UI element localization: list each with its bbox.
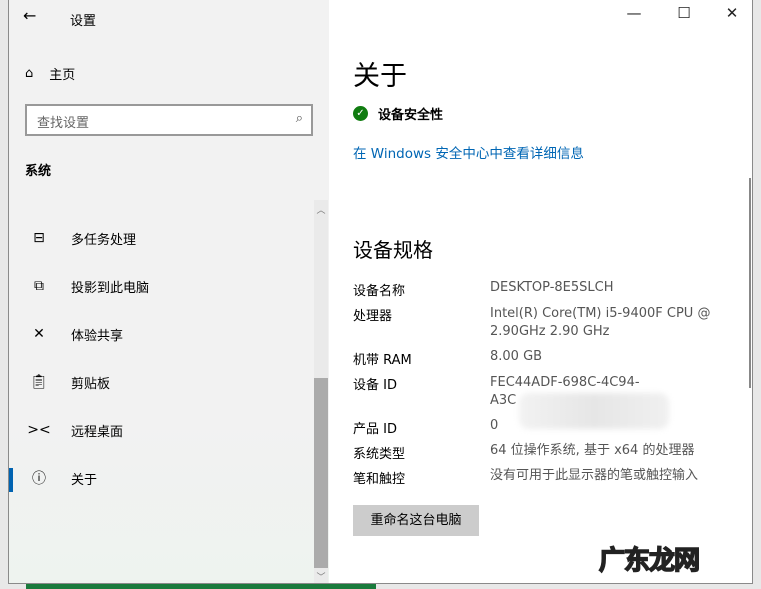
security-status: ✓ 设备安全性 [353, 104, 443, 123]
sidebar-item-multitask[interactable]: ⊟ 多任务处理 [9, 218, 314, 258]
spec-label: 机带 RAM [353, 353, 412, 368]
search-input[interactable]: 查找设置 ⌕ [25, 104, 313, 136]
back-button[interactable]: ← [23, 6, 36, 25]
clipboard-icon: 📋︎ [30, 374, 48, 390]
security-label: 设备安全性 [378, 108, 444, 123]
spec-value: 没有可用于此显示器的笔或触控输入 [490, 468, 699, 483]
security-link[interactable]: 在 Windows 安全中心中查看详细信息 [353, 142, 584, 162]
page-title: 关于 [353, 61, 407, 92]
rename-pc-button[interactable]: 重命名这台电脑 [353, 505, 479, 536]
scroll-down-icon[interactable]: ﹀ [314, 570, 328, 583]
sidebar-item-home[interactable]: ⌂ 主页 [25, 64, 75, 83]
spec-value: DESKTOP-8E5SLCH [490, 280, 614, 295]
sidebar-item-share[interactable]: ✕ 体验共享 [9, 314, 314, 354]
item-label: 关于 [71, 472, 98, 488]
share-icon: ✕ [33, 326, 45, 342]
main-scrollbar[interactable] [749, 178, 751, 388]
sidebar-item-about[interactable]: ⓘ 关于 [9, 458, 314, 498]
remote-desktop-icon: >< [27, 422, 51, 438]
home-label: 主页 [49, 68, 76, 83]
home-icon: ⌂ [25, 66, 34, 81]
section-title: 系统 [25, 164, 52, 179]
spec-label: 设备 ID [353, 378, 397, 393]
redacted-blur [519, 393, 669, 429]
close-button[interactable]: ✕ [712, 4, 752, 22]
sidebar-item-remote-desktop[interactable]: >< 远程桌面 [9, 410, 314, 450]
spec-value: 2.90GHz 2.90 GHz [490, 324, 610, 339]
spec-label: 系统类型 [353, 447, 406, 462]
item-label: 多任务处理 [71, 232, 137, 248]
item-label: 投影到此电脑 [71, 280, 150, 296]
spec-label: 处理器 [353, 309, 393, 324]
watermark: 广东龙网 [598, 545, 701, 577]
spec-value: 8.00 GB [490, 349, 543, 364]
specs-title: 设备规格 [353, 238, 433, 262]
spec-value: 64 位操作系统, 基于 x64 的处理器 [490, 443, 695, 458]
search-icon: ⌕ [295, 111, 303, 126]
settings-window: ← 设置 ⌂ 主页 查找设置 ⌕ 系统 ⊟ 多任务处理 ⧉ 投影到此电脑 ✕ 体验共享 📋… [8, 0, 753, 584]
sidebar: ← 设置 ⌂ 主页 查找设置 ⌕ 系统 ⊟ 多任务处理 ⧉ 投影到此电脑 ✕ 体验共享 📋… [9, 0, 329, 583]
multitask-icon: ⊟ [33, 230, 45, 246]
sidebar-item-clipboard[interactable]: 📋︎ 剪贴板 [9, 362, 314, 402]
main-content: — ☐ ✕ 关于 ✓ 设备安全性 在 Windows 安全中心中查看详细信息 设备… [329, 0, 752, 583]
info-icon: ⓘ [32, 471, 46, 487]
maximize-button[interactable]: ☐ [664, 4, 704, 22]
scrollbar-thumb[interactable] [314, 378, 328, 568]
minimize-button[interactable]: — [614, 4, 654, 22]
spec-value: A3C [490, 393, 517, 408]
app-title: 设置 [70, 14, 97, 29]
item-label: 剪贴板 [71, 376, 111, 392]
search-placeholder: 查找设置 [37, 116, 90, 131]
project-icon: ⧉ [34, 278, 44, 294]
spec-label: 产品 ID [353, 422, 397, 437]
spec-value: FEC44ADF-698C-4C94- [490, 375, 640, 390]
item-label: 远程桌面 [71, 424, 124, 440]
spec-value: Intel(R) Core(TM) i5-9400F CPU @ [490, 306, 711, 321]
sidebar-item-project[interactable]: ⧉ 投影到此电脑 [9, 266, 314, 306]
item-label: 体验共享 [71, 328, 124, 344]
spec-value: 0 [490, 418, 499, 433]
taskbar-strip [26, 584, 376, 589]
spec-label: 笔和触控 [353, 472, 406, 487]
scroll-up-icon[interactable]: ︿ [314, 203, 328, 216]
check-icon: ✓ [353, 106, 368, 121]
spec-label: 设备名称 [353, 284, 406, 299]
